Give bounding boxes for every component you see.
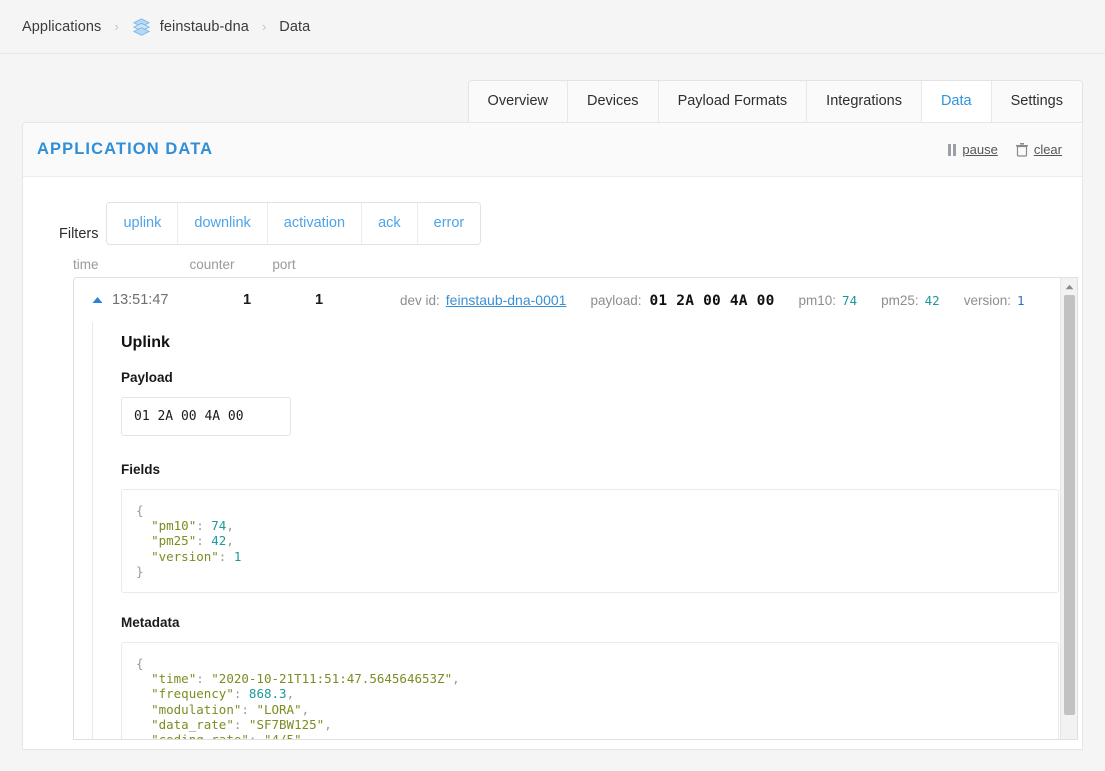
breadcrumb-separator-icon: › [114,20,118,33]
pm25-value: 42 [925,293,940,308]
filter-uplink[interactable]: uplink [107,203,178,244]
filter-downlink[interactable]: downlink [178,203,267,244]
column-header-time: time [73,257,169,272]
tabbar: Overview Devices Payload Formats Integra… [468,80,1083,122]
breadcrumb-item-application[interactable]: feinstaub-dna [132,17,249,36]
pm25-label: pm25: [881,293,919,308]
events-list: 13:51:47 1 1 dev id: feinstaub-dna-0001 … [74,278,1060,739]
event-time: 13:51:47 [108,292,204,308]
fields-json-block: { "pm10": 74, "pm25": 42, "version": 1 } [121,489,1059,593]
page-title: APPLICATION DATA [37,140,213,159]
fields-section-heading: Fields [121,462,1060,477]
dev-id-link[interactable]: feinstaub-dna-0001 [446,292,567,308]
filter-activation[interactable]: activation [268,203,362,244]
tab-devices[interactable]: Devices [568,81,659,122]
payload-value: 01 2A 00 4A 00 [649,293,774,309]
filter-ack[interactable]: ack [362,203,418,244]
filters-label: Filters [59,226,98,242]
filter-button-group: uplink downlink activation ack error [106,202,481,245]
tab-overview[interactable]: Overview [469,81,568,122]
pm10-value: 74 [842,293,857,308]
clear-label[interactable]: clear [1034,142,1062,157]
scrollbar[interactable] [1060,278,1077,739]
tab-settings[interactable]: Settings [992,81,1082,122]
pause-label[interactable]: pause [962,142,997,157]
clear-button[interactable]: clear [1016,142,1062,157]
trash-icon [1016,143,1028,157]
tab-data[interactable]: Data [922,81,992,122]
breadcrumb-label-data: Data [279,19,310,35]
payload-input[interactable] [122,398,291,435]
scroll-up-arrow-icon[interactable] [1061,278,1077,295]
filter-error[interactable]: error [418,203,481,244]
layers-icon [132,17,151,36]
scrollbar-thumb[interactable] [1064,295,1075,715]
breadcrumb-label-applications[interactable]: Applications [22,19,101,35]
tab-integrations[interactable]: Integrations [807,81,922,122]
table-row[interactable]: 13:51:47 1 1 dev id: feinstaub-dna-0001 … [74,278,1060,322]
card-header-actions: pause clear [948,142,1062,157]
version-value: 1 [1017,293,1025,308]
application-data-card: APPLICATION DATA pause clear Filters [22,122,1083,750]
payload-label: payload: [590,293,641,308]
column-header-port: port [255,257,313,272]
breadcrumb-label-application[interactable]: feinstaub-dna [160,19,249,35]
dev-id-label: dev id: [400,293,440,308]
version-label: version: [964,293,1011,308]
detail-heading: Uplink [121,334,1060,352]
table-column-headers: time counter port [23,257,1082,272]
breadcrumb-item-applications[interactable]: Applications [22,19,101,35]
breadcrumb-separator-icon-2: › [262,20,266,33]
event-meta: dev id: feinstaub-dna-0001 payload: 01 2… [400,292,1025,309]
breadcrumb-bar: Applications › feinstaub-dna › Data [0,0,1105,54]
column-header-counter: counter [169,257,255,272]
event-counter: 1 [204,292,290,308]
breadcrumb-item-data: Data [279,19,310,35]
tabbar-wrapper: Overview Devices Payload Formats Integra… [0,54,1105,122]
pause-button[interactable]: pause [948,142,997,157]
filters-row: Filters uplink downlink activation ack e… [23,177,1082,245]
collapse-caret-icon[interactable] [86,296,108,304]
event-port: 1 [290,292,348,308]
card-header: APPLICATION DATA pause clear [23,123,1082,177]
event-detail-panel: Uplink Payload [92,322,1060,739]
tab-payload-formats[interactable]: Payload Formats [659,81,808,122]
metadata-section-heading: Metadata [121,615,1060,630]
payload-section-heading: Payload [121,370,1060,385]
events-panel: 13:51:47 1 1 dev id: feinstaub-dna-0001 … [73,277,1078,740]
metadata-json-block: { "time": "2020-10-21T11:51:47.564564653… [121,642,1059,739]
payload-input-group [121,397,291,436]
pause-icon [948,144,956,156]
pm10-label: pm10: [799,293,837,308]
